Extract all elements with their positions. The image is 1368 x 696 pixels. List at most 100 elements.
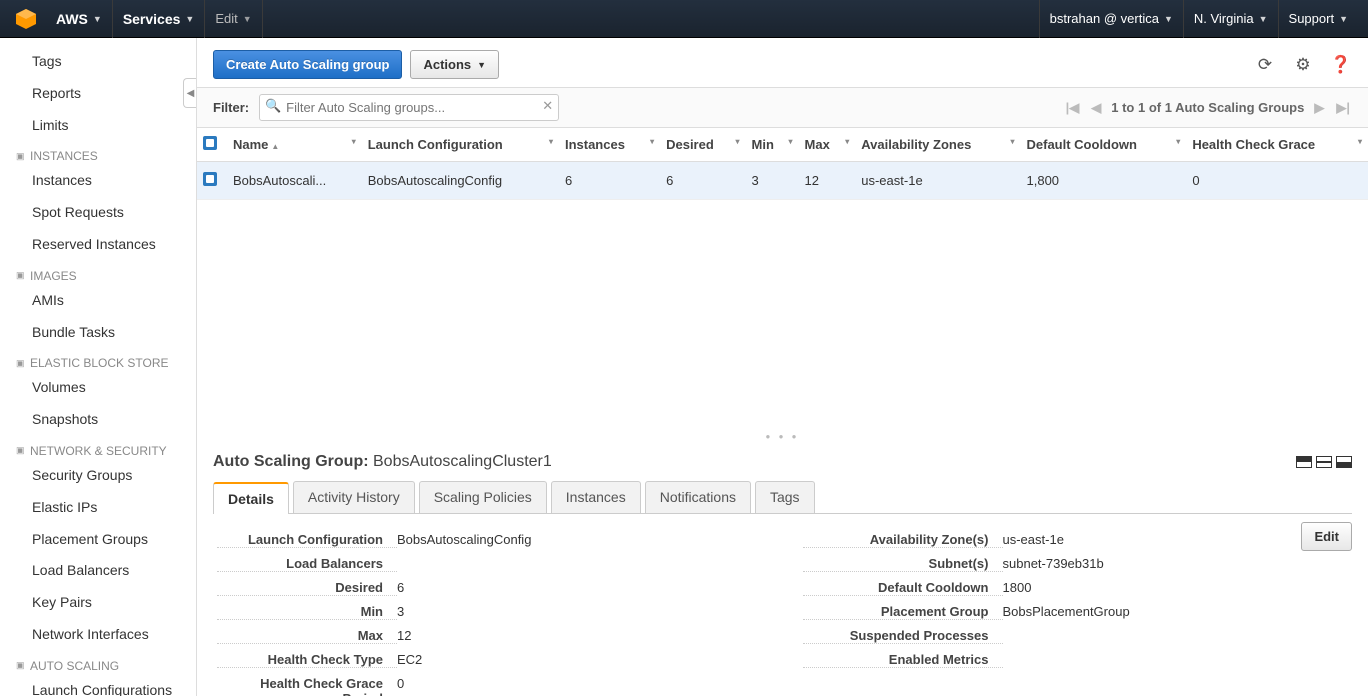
cell-cooldown: 1,800 bbox=[1021, 162, 1187, 200]
edit-button[interactable]: Edit bbox=[1301, 522, 1352, 551]
page-first-icon[interactable]: |◀ bbox=[1064, 100, 1082, 116]
kv-row: Health Check Grace Period0 bbox=[217, 672, 763, 696]
main: Create Auto Scaling group Actions▼ ⟳ ⚙ ❓… bbox=[197, 38, 1368, 696]
sidebar-item-volumes[interactable]: Volumes bbox=[0, 372, 196, 404]
services-menu[interactable]: Services▼ bbox=[113, 0, 206, 38]
sidebar-item-ni[interactable]: Network Interfaces bbox=[0, 619, 196, 651]
sidebar-item-tags[interactable]: Tags bbox=[0, 46, 196, 78]
kv-key: Load Balancers bbox=[217, 556, 397, 572]
kv-key: Max bbox=[217, 628, 397, 644]
sidebar-item-instances[interactable]: Instances bbox=[0, 165, 196, 197]
sidebar-group-net[interactable]: ▣NETWORK & SECURITY bbox=[0, 436, 196, 460]
sidebar-item-lb[interactable]: Load Balancers bbox=[0, 555, 196, 587]
col-desired[interactable]: Desired▾ bbox=[660, 128, 745, 162]
sidebar: ◀ Tags Reports Limits ▣INSTANCES Instanc… bbox=[0, 38, 197, 696]
gear-icon[interactable]: ⚙ bbox=[1292, 54, 1314, 76]
cell-launch: BobsAutoscalingConfig bbox=[362, 162, 559, 200]
create-asg-button[interactable]: Create Auto Scaling group bbox=[213, 50, 402, 79]
table-row[interactable]: BobsAutoscali... BobsAutoscalingConfig 6… bbox=[197, 162, 1368, 200]
pager: |◀ ◀ 1 to 1 of 1 Auto Scaling Groups ▶ ▶… bbox=[1064, 100, 1352, 116]
col-min[interactable]: Min▾ bbox=[746, 128, 799, 162]
tab-details[interactable]: Details bbox=[213, 482, 289, 514]
help-icon[interactable]: ❓ bbox=[1330, 54, 1352, 76]
cell-name: BobsAutoscali... bbox=[227, 162, 362, 200]
layout-top-icon[interactable] bbox=[1296, 456, 1312, 468]
clear-filter-icon[interactable]: ✕ bbox=[542, 98, 553, 114]
kv-key: Launch Configuration bbox=[217, 532, 397, 548]
sidebar-item-limits[interactable]: Limits bbox=[0, 110, 196, 142]
kv-value bbox=[1003, 652, 1349, 668]
page-prev-icon[interactable]: ◀ bbox=[1089, 100, 1103, 116]
edit-menu[interactable]: Edit▼ bbox=[205, 0, 262, 38]
kv-row: Enabled Metrics bbox=[803, 648, 1349, 672]
sidebar-item-reserved[interactable]: Reserved Instances bbox=[0, 229, 196, 261]
brand-menu[interactable]: AWS▼ bbox=[46, 0, 113, 38]
tab-notifications[interactable]: Notifications bbox=[645, 481, 751, 513]
actions-button[interactable]: Actions▼ bbox=[410, 50, 499, 79]
layout-bottom-icon[interactable] bbox=[1336, 456, 1352, 468]
chevron-down-icon: ▼ bbox=[1339, 14, 1348, 24]
kv-key: Health Check Grace Period bbox=[217, 676, 397, 696]
kv-row: Desired6 bbox=[217, 576, 763, 600]
tab-instances[interactable]: Instances bbox=[551, 481, 641, 513]
sidebar-item-amis[interactable]: AMIs bbox=[0, 285, 196, 317]
tab-scaling[interactable]: Scaling Policies bbox=[419, 481, 547, 513]
sidebar-item-kp[interactable]: Key Pairs bbox=[0, 587, 196, 619]
col-max[interactable]: Max▾ bbox=[799, 128, 856, 162]
sidebar-item-snapshots[interactable]: Snapshots bbox=[0, 404, 196, 436]
kv-key: Health Check Type bbox=[217, 652, 397, 668]
detail-panel: Auto Scaling Group: BobsAutoscalingClust… bbox=[197, 443, 1368, 696]
kv-key: Subnet(s) bbox=[803, 556, 1003, 572]
col-hcg[interactable]: Health Check Grace▾ bbox=[1186, 128, 1368, 162]
cell-desired: 6 bbox=[660, 162, 745, 200]
support-menu[interactable]: Support▼ bbox=[1278, 0, 1358, 38]
region-menu[interactable]: N. Virginia▼ bbox=[1183, 0, 1278, 38]
layout-split-icon[interactable] bbox=[1316, 456, 1332, 468]
sidebar-item-spot[interactable]: Spot Requests bbox=[0, 197, 196, 229]
page-next-icon[interactable]: ▶ bbox=[1312, 100, 1326, 116]
sidebar-group-ebs[interactable]: ▣ELASTIC BLOCK STORE bbox=[0, 348, 196, 372]
filter-input[interactable] bbox=[259, 94, 559, 121]
kv-value: BobsAutoscalingConfig bbox=[397, 532, 763, 548]
chevron-down-icon: ▼ bbox=[477, 60, 486, 70]
sidebar-item-reports[interactable]: Reports bbox=[0, 78, 196, 110]
kv-value: BobsPlacementGroup bbox=[1003, 604, 1349, 620]
kv-key: Suspended Processes bbox=[803, 628, 1003, 644]
sidebar-group-as[interactable]: ▣AUTO SCALING bbox=[0, 651, 196, 675]
account-menu[interactable]: bstrahan @ vertica▼ bbox=[1039, 0, 1183, 38]
kv-value bbox=[397, 556, 763, 572]
col-inst[interactable]: Instances▾ bbox=[559, 128, 660, 162]
kv-value: subnet-739eb31b bbox=[1003, 556, 1349, 572]
sidebar-item-launch-config[interactable]: Launch Configurations bbox=[0, 675, 196, 696]
sidebar-group-images[interactable]: ▣IMAGES bbox=[0, 261, 196, 285]
page-last-icon[interactable]: ▶| bbox=[1334, 100, 1352, 116]
sidebar-item-sg[interactable]: Security Groups bbox=[0, 460, 196, 492]
kv-value: 6 bbox=[397, 580, 763, 596]
tab-activity[interactable]: Activity History bbox=[293, 481, 415, 513]
sidebar-item-bundle[interactable]: Bundle Tasks bbox=[0, 317, 196, 349]
col-cooldown[interactable]: Default Cooldown▾ bbox=[1021, 128, 1187, 162]
tab-tags[interactable]: Tags bbox=[755, 481, 815, 513]
col-launch[interactable]: Launch Configuration▾ bbox=[362, 128, 559, 162]
kv-value: 0 bbox=[397, 676, 763, 696]
sidebar-item-pg[interactable]: Placement Groups bbox=[0, 524, 196, 556]
toolbar: Create Auto Scaling group Actions▼ ⟳ ⚙ ❓ bbox=[197, 38, 1368, 87]
chevron-down-icon: ▼ bbox=[1259, 14, 1268, 24]
kv-row: Min3 bbox=[217, 600, 763, 624]
page-text: 1 to 1 of 1 Auto Scaling Groups bbox=[1111, 100, 1304, 115]
sidebar-collapse[interactable]: ◀ bbox=[183, 78, 197, 108]
sidebar-item-eip[interactable]: Elastic IPs bbox=[0, 492, 196, 524]
cell-inst: 6 bbox=[559, 162, 660, 200]
select-all-checkbox[interactable] bbox=[203, 136, 217, 150]
col-name[interactable]: Name▲▾ bbox=[227, 128, 362, 162]
splitter-handle[interactable]: ● ● ● bbox=[197, 429, 1368, 443]
col-az[interactable]: Availability Zones▾ bbox=[855, 128, 1020, 162]
chevron-down-icon: ▼ bbox=[93, 14, 102, 24]
aws-logo-icon bbox=[14, 7, 38, 31]
kv-value: 12 bbox=[397, 628, 763, 644]
kv-value: 1800 bbox=[1003, 580, 1349, 596]
kv-value: 3 bbox=[397, 604, 763, 620]
sidebar-group-instances[interactable]: ▣INSTANCES bbox=[0, 141, 196, 165]
row-checkbox[interactable] bbox=[203, 172, 217, 186]
refresh-icon[interactable]: ⟳ bbox=[1254, 54, 1276, 76]
